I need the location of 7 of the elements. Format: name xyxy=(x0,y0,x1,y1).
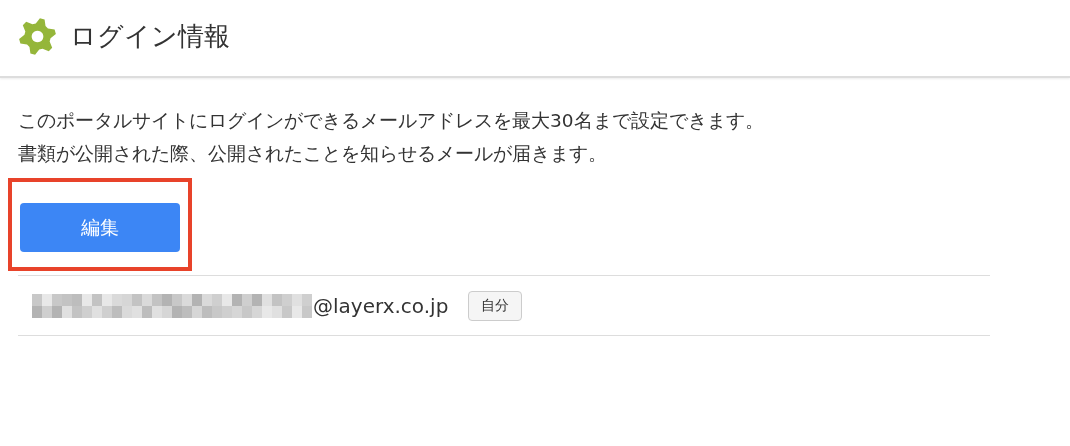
description-text: 書類が公開された際、公開されたことを知らせるメールが届きます。 xyxy=(18,142,608,166)
page-title: ログイン情報 xyxy=(70,19,230,53)
self-tag: 自分 xyxy=(468,290,523,321)
email-address: @layerx.co.jp xyxy=(313,293,449,318)
description-text: このポータルサイトにログインができるメールアドレスを最大30名まで設定できます。 xyxy=(18,109,765,133)
edit-button[interactable]: 編集 xyxy=(20,203,180,252)
gear-icon xyxy=(18,16,57,56)
